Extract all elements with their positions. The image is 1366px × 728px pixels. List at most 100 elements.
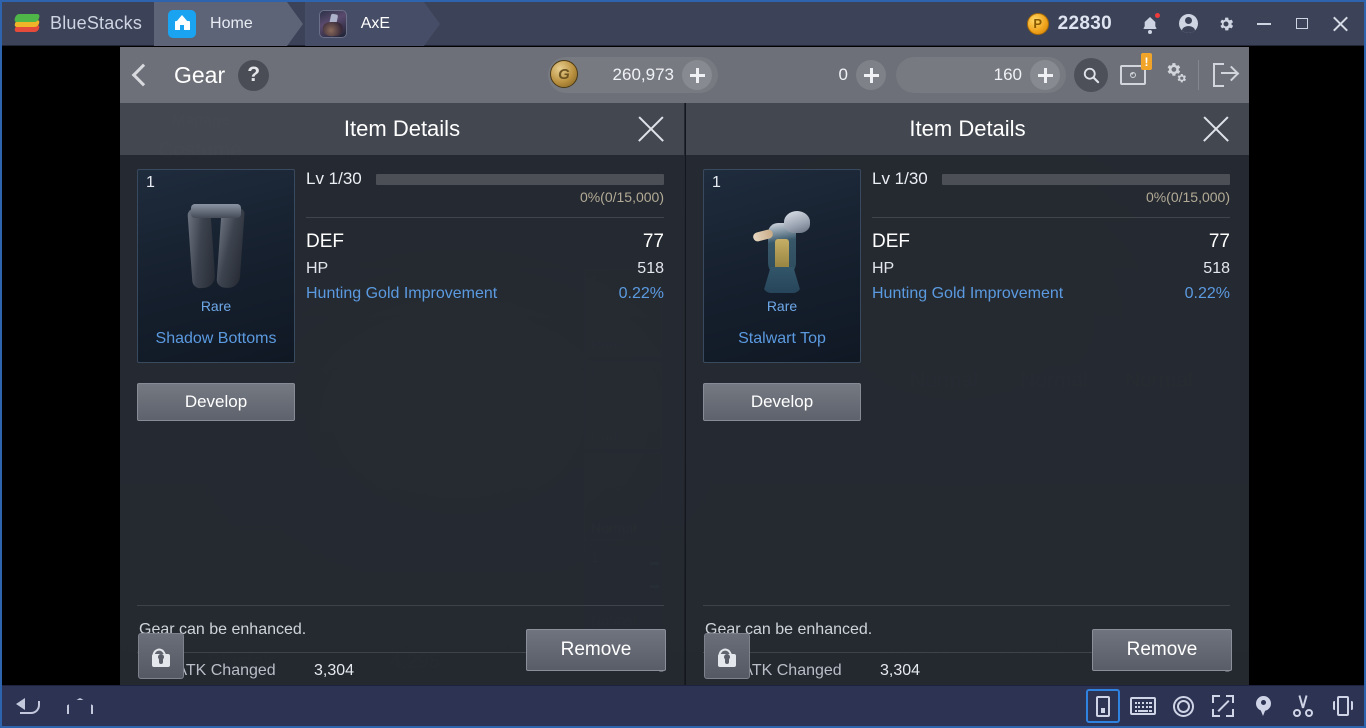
stat-value: 518 [1203, 260, 1230, 277]
develop-button[interactable]: Develop [137, 383, 295, 421]
stat-key: DEF [306, 231, 344, 252]
tab-home[interactable]: Home [154, 2, 303, 46]
search-button[interactable] [1070, 47, 1112, 103]
stat-value: 77 [1208, 231, 1230, 252]
stat-row: DEF 77 [872, 231, 1230, 253]
stat-key: DEF [872, 231, 910, 252]
house-icon [168, 9, 197, 38]
exit-button[interactable] [1201, 47, 1249, 103]
currency-gold[interactable]: G 260,973 [548, 57, 718, 93]
android-home-button[interactable] [54, 686, 106, 727]
close-icon[interactable] [1201, 114, 1231, 144]
exit-icon [1213, 63, 1237, 87]
panel-body: 1 Rare Shadow Bottoms Develop Lv 1/30 0%… [120, 155, 684, 687]
panel-footer: Remove [686, 625, 1249, 687]
armor-bottoms-icon [138, 194, 294, 300]
location-icon [1255, 695, 1271, 717]
close-icon [1332, 16, 1348, 32]
portrait-mode-button[interactable] [1086, 689, 1120, 723]
game-header: Gear ? G 260,973 0 160 ! [120, 47, 1249, 103]
points-coin-icon: P [1026, 12, 1049, 35]
tab-axe[interactable]: AxE [304, 2, 441, 46]
home-icon [67, 698, 93, 714]
currency-blue-gem[interactable]: 0 [722, 57, 892, 93]
divider [306, 217, 664, 218]
fullscreen-button[interactable] [1206, 689, 1240, 723]
scissors-icon [1292, 695, 1314, 717]
close-icon[interactable] [636, 114, 666, 144]
maximize-button[interactable] [1284, 2, 1320, 46]
page-title: Gear [174, 61, 226, 88]
axe-app-icon [318, 9, 347, 38]
add-blue-gem-button[interactable] [856, 60, 886, 90]
item-rarity: Rare [766, 298, 798, 314]
item-quantity: 1 [712, 174, 721, 191]
bluestacks-tools [1086, 689, 1364, 723]
add-gold-button[interactable] [682, 60, 712, 90]
stat-row: Hunting Gold Improvement 0.22% [872, 285, 1230, 303]
lock-toggle-button[interactable] [138, 633, 184, 679]
shake-button[interactable] [1326, 689, 1360, 723]
panel-header: Item Details [686, 103, 1249, 155]
item-card[interactable]: 1 Rare Stalwart Top [703, 169, 861, 363]
panel-footer: Remove [120, 625, 684, 687]
mail-button[interactable]: ! [1112, 47, 1154, 103]
help-button[interactable]: ? [238, 59, 270, 91]
blue-gem-value: 0 [838, 65, 848, 84]
gold-value: 260,973 [612, 65, 674, 84]
bluestacks-brand: BlueStacks [2, 2, 158, 46]
header-divider [1198, 60, 1199, 90]
keyboard-controls-button[interactable] [1126, 689, 1160, 723]
white-gem-value: 160 [993, 65, 1022, 84]
level-row: Lv 1/30 [872, 169, 1230, 189]
add-white-gem-button[interactable] [1030, 60, 1060, 90]
account-button[interactable] [1170, 2, 1206, 46]
remove-button[interactable]: Remove [526, 629, 666, 671]
location-button[interactable] [1246, 689, 1280, 723]
android-back-button[interactable] [2, 686, 54, 727]
item-name: Shadow Bottoms [155, 330, 277, 347]
currency-white-gem[interactable]: 160 [896, 57, 1066, 93]
screenshot-cut-button[interactable] [1286, 689, 1320, 723]
item-details-panel-right: Item Details 1 Rare Stalwart Top Develop [685, 103, 1249, 687]
bluestacks-logo-icon [13, 13, 41, 35]
stat-row: HP 518 [306, 260, 664, 278]
account-icon [1178, 14, 1198, 33]
android-nav-bar [2, 685, 1364, 727]
stat-key: Hunting Gold Improvement [306, 285, 498, 302]
level-progress-bar [941, 173, 1230, 185]
minimize-button[interactable] [1246, 2, 1282, 46]
tab-axe-label: AxE [360, 14, 391, 32]
item-card[interactable]: 1 Rare Shadow Bottoms [137, 169, 295, 363]
stat-key: HP [306, 260, 329, 277]
stat-key: HP [872, 260, 895, 277]
stat-value: 0.22% [1184, 285, 1230, 302]
remove-button[interactable]: Remove [1092, 629, 1232, 671]
stat-row: Hunting Gold Improvement 0.22% [306, 285, 664, 303]
gold-coin-icon: G [550, 60, 580, 90]
unlock-icon [150, 645, 171, 667]
titlebar-right-controls: P 22830 [1026, 2, 1364, 46]
points-display[interactable]: P 22830 [1026, 12, 1112, 35]
back-button[interactable] [120, 47, 166, 103]
blue-gem-icon [724, 60, 754, 90]
stat-value: 77 [642, 231, 664, 252]
divider [137, 605, 664, 606]
game-settings-button[interactable] [1154, 47, 1196, 103]
close-button[interactable] [1322, 2, 1358, 46]
maximize-icon [1296, 18, 1308, 29]
settings-icon [1161, 59, 1189, 92]
lock-toggle-button[interactable] [704, 633, 750, 679]
fullscreen-icon [1212, 695, 1234, 717]
eye-icon [1172, 695, 1194, 717]
develop-button[interactable]: Develop [703, 383, 861, 421]
item-name: Stalwart Top [738, 330, 826, 347]
armor-top-icon [704, 194, 860, 300]
level-row: Lv 1/30 [306, 169, 664, 189]
level-label: Lv 1/30 [306, 169, 362, 188]
level-progress-text: 0%(0/15,000) [579, 189, 664, 205]
notifications-button[interactable] [1132, 2, 1168, 46]
settings-button[interactable] [1208, 2, 1244, 46]
eco-mode-button[interactable] [1166, 689, 1200, 723]
tab-home-label: Home [210, 14, 253, 32]
